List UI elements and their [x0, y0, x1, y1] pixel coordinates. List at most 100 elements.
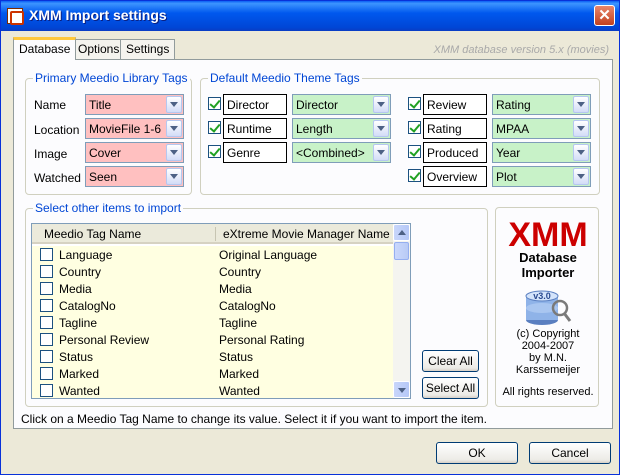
database-icon: v3.0	[525, 290, 572, 325]
runtime-select[interactable]: Length	[292, 118, 391, 139]
rating-checkbox[interactable]	[408, 121, 421, 134]
row-tag[interactable]: CatalogNo	[59, 299, 116, 313]
chevron-down-icon[interactable]	[166, 144, 182, 161]
produced-select[interactable]: Year	[492, 142, 591, 163]
tab-options[interactable]: Options	[72, 39, 126, 59]
review-select[interactable]: Rating	[492, 94, 591, 115]
app-icon	[7, 8, 24, 25]
rating-select[interactable]: MPAA	[492, 118, 591, 139]
name-select[interactable]: Title	[85, 94, 184, 115]
copyright-text: (c) Copyright 2004-2007 by M.N. Karsseme…	[496, 328, 600, 376]
list-header: Meedio Tag Name eXtreme Movie Manager Na…	[32, 224, 394, 244]
director-tag-field[interactable]: Director	[223, 94, 287, 115]
image-select[interactable]: Cover	[85, 142, 184, 163]
row-checkbox[interactable]	[40, 282, 53, 295]
name-label: Name	[34, 98, 67, 112]
chevron-down-icon[interactable]	[373, 96, 389, 113]
tab-settings[interactable]: Settings	[120, 39, 176, 59]
row-tag[interactable]: Personal Review	[59, 333, 149, 347]
row-checkbox[interactable]	[40, 367, 53, 380]
watched-select[interactable]: Seen	[85, 166, 184, 187]
import-items-list[interactable]: Meedio Tag Name eXtreme Movie Manager Na…	[31, 223, 411, 399]
row-tag[interactable]: Tagline	[59, 316, 97, 330]
row-tag[interactable]: Wanted	[59, 384, 100, 398]
overview-select[interactable]: Plot	[492, 166, 591, 187]
close-button[interactable]: ✕	[594, 5, 615, 26]
scroll-thumb[interactable]	[394, 242, 409, 260]
chevron-down-icon[interactable]	[166, 168, 182, 185]
row-xmm-name: Tagline	[219, 316, 258, 330]
row-xmm-name: CatalogNo	[219, 299, 276, 313]
location-select-value: MovieFile 1-6	[89, 122, 162, 136]
chevron-down-icon[interactable]	[573, 168, 589, 185]
chevron-down-icon[interactable]	[573, 144, 589, 161]
list-item[interactable]: Personal Review Personal Rating	[32, 331, 394, 348]
subtitle-line-2: Importer	[521, 265, 575, 280]
review-checkbox[interactable]	[408, 97, 421, 110]
rating-tag-text: Rating	[427, 122, 462, 136]
produced-tag-field[interactable]: Produced	[423, 142, 487, 163]
location-select[interactable]: MovieFile 1-6	[85, 118, 184, 139]
column-divider[interactable]	[215, 227, 216, 241]
overview-tag-field[interactable]: Overview	[423, 166, 487, 187]
list-item[interactable]: Language Original Language	[32, 246, 394, 263]
tab-database[interactable]: Database	[13, 37, 77, 60]
rating-tag-field[interactable]: Rating	[423, 118, 487, 139]
row-tag[interactable]: Country	[59, 265, 101, 279]
cancel-button[interactable]: Cancel	[529, 442, 611, 464]
chevron-down-icon[interactable]	[166, 96, 182, 113]
produced-select-value: Year	[496, 146, 521, 160]
row-checkbox[interactable]	[40, 299, 53, 312]
list-item[interactable]: Media Media	[32, 280, 394, 297]
produced-checkbox[interactable]	[408, 145, 421, 158]
genre-tag-field[interactable]: Genre	[223, 142, 287, 163]
row-tag[interactable]: Marked	[59, 367, 99, 381]
overview-select-value: Plot	[496, 170, 517, 184]
list-item[interactable]: Status Status	[32, 348, 394, 365]
list-item[interactable]: CatalogNo CatalogNo	[32, 297, 394, 314]
row-checkbox[interactable]	[40, 248, 53, 261]
list-item[interactable]: Wanted Wanted	[32, 382, 394, 398]
chevron-down-icon[interactable]	[573, 120, 589, 137]
row-checkbox[interactable]	[40, 316, 53, 329]
row-checkbox[interactable]	[40, 265, 53, 278]
chevron-down-icon[interactable]	[373, 120, 389, 137]
list-item[interactable]: Tagline Tagline	[32, 314, 394, 331]
director-select[interactable]: Director	[292, 94, 391, 115]
director-checkbox[interactable]	[208, 97, 221, 110]
subtitle-line-1: Database	[519, 250, 577, 265]
name-select-value: Title	[89, 98, 112, 112]
column-header-meedio[interactable]: Meedio Tag Name	[44, 227, 141, 241]
row-checkbox[interactable]	[40, 333, 53, 346]
scroll-up-icon[interactable]	[393, 224, 410, 241]
copyright-line-2: 2004-2007	[521, 340, 575, 352]
runtime-checkbox[interactable]	[208, 121, 221, 134]
chevron-down-icon[interactable]	[573, 96, 589, 113]
row-tag[interactable]: Media	[59, 282, 92, 296]
runtime-tag-field[interactable]: Runtime	[223, 118, 287, 139]
ok-button[interactable]: OK	[436, 442, 518, 464]
overview-checkbox[interactable]	[408, 169, 421, 182]
list-scrollbar[interactable]	[393, 224, 410, 398]
list-item[interactable]: Country Country	[32, 263, 394, 280]
chevron-down-icon[interactable]	[373, 144, 389, 161]
scroll-down-icon[interactable]	[393, 381, 410, 398]
about-box: XMM Database Importer v3.0 (c) Copyright…	[495, 207, 599, 407]
genre-checkbox[interactable]	[208, 145, 221, 158]
runtime-tag-text: Runtime	[227, 122, 272, 136]
row-checkbox[interactable]	[40, 384, 53, 397]
row-xmm-name: Country	[219, 265, 262, 279]
select-all-button[interactable]: Select All	[422, 377, 479, 399]
column-header-xmm[interactable]: eXtreme Movie Manager Name	[223, 227, 390, 241]
watched-label: Watched	[34, 171, 81, 185]
director-tag-text: Director	[227, 98, 270, 112]
list-item[interactable]: Marked Marked	[32, 365, 394, 382]
title-bar[interactable]: XMM Import settings ✕	[1, 1, 619, 31]
row-tag[interactable]: Status	[59, 350, 93, 364]
clear-all-button[interactable]: Clear All	[422, 350, 479, 372]
genre-select[interactable]: <Combined>	[292, 142, 391, 163]
review-tag-field[interactable]: Review	[423, 94, 487, 115]
row-checkbox[interactable]	[40, 350, 53, 363]
row-tag[interactable]: Language	[59, 248, 112, 262]
chevron-down-icon[interactable]	[166, 120, 182, 137]
